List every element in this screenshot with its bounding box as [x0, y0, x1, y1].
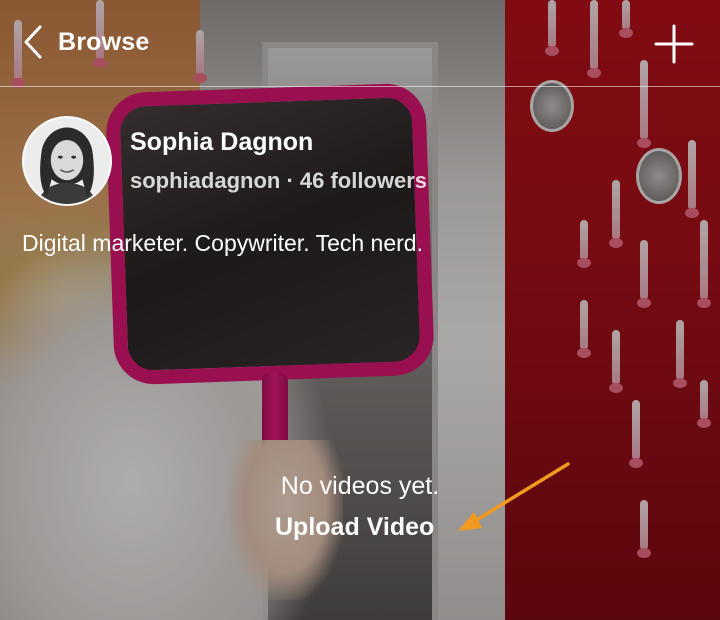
upload-video-button[interactable]: Upload Video	[275, 513, 434, 542]
back-label: Browse	[58, 27, 150, 56]
no-videos-label: No videos yet.	[280, 472, 440, 500]
add-button[interactable]	[654, 24, 694, 64]
header-divider	[0, 86, 720, 87]
top-navigation-bar: Browse	[0, 0, 720, 86]
chevron-left-icon	[24, 25, 42, 59]
annotation-arrow-icon	[458, 462, 570, 531]
plus-icon	[654, 24, 694, 64]
avatar-photo	[24, 118, 110, 204]
profile-bio: Digital marketer. Copywriter. Tech nerd.	[22, 230, 423, 256]
profile-username-followers[interactable]: sophiadagnon · 46 followers	[130, 168, 427, 194]
empty-state-message: No videos yet.	[0, 472, 720, 501]
back-button[interactable]: Browse	[22, 22, 150, 62]
profile-name: Sophia Dagnon	[130, 128, 314, 156]
avatar[interactable]	[22, 116, 112, 206]
